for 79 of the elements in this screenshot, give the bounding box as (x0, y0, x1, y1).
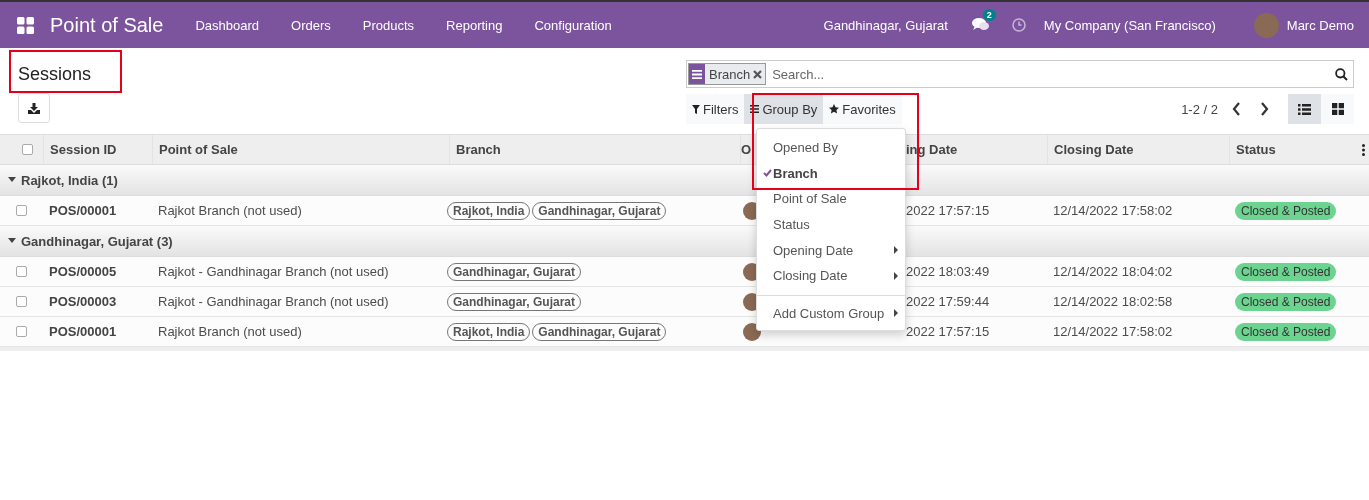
apps-menu-icon[interactable] (17, 16, 34, 34)
column-header[interactable]: Point of Sale (159, 142, 238, 157)
table-cell: Rajkot - Gandhinagar Branch (not used) (158, 294, 389, 309)
column-header[interactable]: Branch (456, 142, 501, 157)
nav-menu-item[interactable]: Reporting (430, 17, 519, 33)
view-switch-button[interactable] (1321, 94, 1354, 124)
table-cell: 12/14/2022 18:04:02 (1053, 264, 1173, 279)
dropdown-item[interactable]: Status (757, 211, 905, 238)
status-badge: Closed & Posted (1235, 322, 1337, 341)
menu-icon (692, 69, 702, 79)
table-cell: 2022 17:59:44 (906, 294, 990, 309)
dropdown-item[interactable]: Point of Sale (757, 186, 905, 212)
table-cell: 12/14/2022 18:02:58 (1053, 294, 1173, 309)
table-cell: 12/14/2022 17:58:02 (1053, 324, 1173, 339)
column-header[interactable]: O (741, 142, 752, 157)
dropdown-item[interactable]: Add Custom Group (757, 300, 905, 327)
table-cell: Rajkot Branch (not used) (158, 203, 302, 218)
column-header[interactable]: Closing Date (1054, 142, 1134, 157)
table-cell: POS/00001 (49, 324, 117, 339)
dropdown-item[interactable]: Opened By (757, 135, 905, 161)
notification-badge: 2 (982, 9, 996, 21)
checkbox[interactable] (16, 326, 27, 337)
menu-icon (750, 105, 760, 113)
nav-menu-item[interactable]: Configuration (518, 17, 628, 33)
search-option-button[interactable]: Favorites (823, 94, 902, 124)
nav-menu-item[interactable]: Products (346, 17, 431, 33)
table-cell: 2022 17:57:15 (906, 324, 990, 339)
chevron-left-icon[interactable] (1232, 102, 1241, 116)
download-icon (28, 102, 40, 114)
list-icon (1298, 103, 1311, 115)
checkbox[interactable] (16, 296, 27, 307)
app-name[interactable]: Point of Sale (50, 13, 164, 37)
pager-value[interactable]: 1-2 / 2 (1181, 101, 1218, 117)
search-option-button[interactable]: Filters (686, 94, 745, 124)
table-cell: Rajkot - Gandhinagar Branch (not used) (158, 264, 389, 279)
checkbox[interactable] (16, 266, 27, 277)
table-cell: 2022 18:03:49 (906, 264, 990, 279)
status-badge: Closed & Posted (1235, 201, 1337, 220)
group-label: Gandhinagar, Gujarat (3) (21, 233, 173, 249)
table-cell: Rajkot Branch (not used) (158, 324, 302, 339)
status-badge: Closed & Posted (1235, 292, 1337, 311)
nav-menu-item[interactable]: Dashboard (179, 17, 276, 33)
search-facet[interactable]: Branch (688, 63, 767, 85)
check-icon (763, 169, 772, 178)
dropdown-item[interactable]: Branch (757, 160, 905, 187)
caret-icon[interactable] (8, 177, 16, 183)
column-header[interactable]: Status (1236, 142, 1276, 157)
table-cell: POS/00005 (49, 264, 117, 279)
filter-icon (692, 104, 700, 114)
chevron-right-icon[interactable] (1260, 102, 1269, 116)
branch-switcher[interactable]: Gandhinagar, Gujarat (823, 17, 948, 33)
checkbox[interactable] (16, 205, 27, 216)
dropdown-item[interactable]: Opening Date (757, 237, 905, 263)
table-cell: 12/14/2022 17:58:02 (1053, 203, 1173, 218)
more-options-icon[interactable] (1362, 143, 1365, 156)
view-switch-button[interactable] (1288, 94, 1321, 124)
checkbox[interactable] (22, 144, 33, 155)
search-field[interactable]: Branch Search... (686, 60, 1354, 88)
group-label: Rajkot, India (1) (21, 172, 118, 188)
star-icon (829, 104, 840, 114)
clock-icon[interactable] (1011, 18, 1026, 32)
chat-icon[interactable] (971, 17, 990, 32)
download-button[interactable] (18, 93, 50, 123)
column-header[interactable]: Session ID (50, 142, 117, 157)
search-option-button[interactable]: Group By (744, 94, 824, 124)
company-switcher[interactable]: My Company (San Francisco) (1043, 17, 1216, 33)
facet-label: Branch (708, 66, 752, 82)
caret-icon[interactable] (8, 238, 16, 244)
search-icon[interactable] (1335, 67, 1348, 81)
nav-menu-item[interactable]: Orders (275, 17, 347, 33)
page-title: Sessions (18, 63, 92, 86)
close-icon[interactable] (753, 69, 763, 79)
user-name[interactable]: Marc Demo (1286, 17, 1354, 33)
grid-icon (1331, 103, 1344, 115)
table-cell: 2022 17:57:15 (906, 203, 990, 218)
status-badge: Closed & Posted (1235, 262, 1337, 281)
table-cell: POS/00003 (49, 294, 117, 309)
dropdown-item[interactable]: Closing Date (757, 262, 905, 289)
table-cell: POS/00001 (49, 203, 117, 218)
